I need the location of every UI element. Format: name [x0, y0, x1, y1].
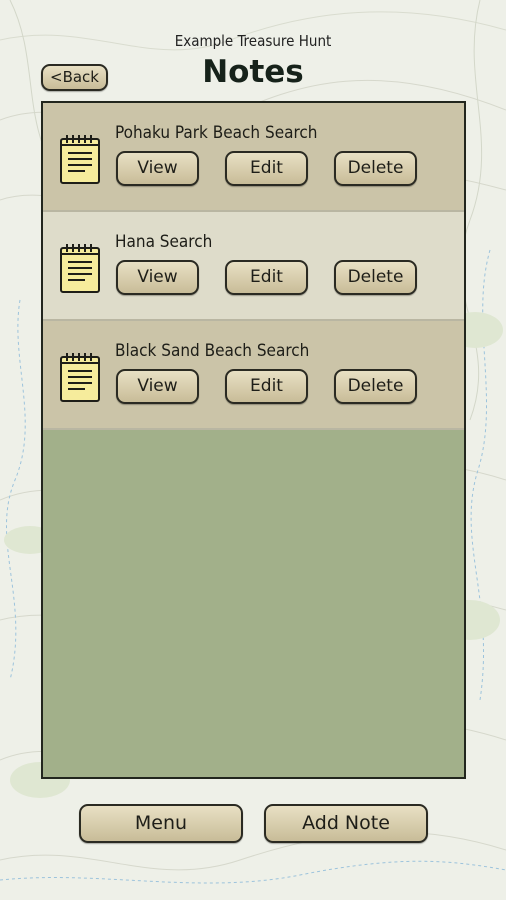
- menu-button[interactable]: Menu: [79, 804, 243, 843]
- view-note-button[interactable]: View: [116, 151, 199, 186]
- hunt-name: Example Treasure Hunt: [174, 32, 332, 50]
- edit-note-button[interactable]: Edit: [225, 151, 308, 186]
- back-button[interactable]: <Back: [41, 64, 108, 91]
- delete-note-button[interactable]: Delete: [334, 369, 417, 404]
- note-row: Pohaku Park Beach Search View Edit Delet…: [43, 103, 464, 212]
- notepad-icon: [60, 353, 100, 402]
- note-row: Black Sand Beach Search View Edit Delete: [43, 321, 464, 430]
- edit-note-button[interactable]: Edit: [225, 369, 308, 404]
- note-title: Pohaku Park Beach Search: [115, 123, 318, 143]
- delete-note-button[interactable]: Delete: [334, 151, 417, 186]
- note-title: Hana Search: [115, 232, 213, 252]
- notes-list: Pohaku Park Beach Search View Edit Delet…: [41, 101, 466, 779]
- notepad-icon: [60, 135, 100, 184]
- view-note-button[interactable]: View: [116, 369, 199, 404]
- view-note-button[interactable]: View: [116, 260, 199, 295]
- edit-note-button[interactable]: Edit: [225, 260, 308, 295]
- note-title: Black Sand Beach Search: [115, 341, 310, 361]
- delete-note-button[interactable]: Delete: [334, 260, 417, 295]
- notepad-icon: [60, 244, 100, 293]
- note-row: Hana Search View Edit Delete: [43, 212, 464, 321]
- add-note-button[interactable]: Add Note: [264, 804, 428, 843]
